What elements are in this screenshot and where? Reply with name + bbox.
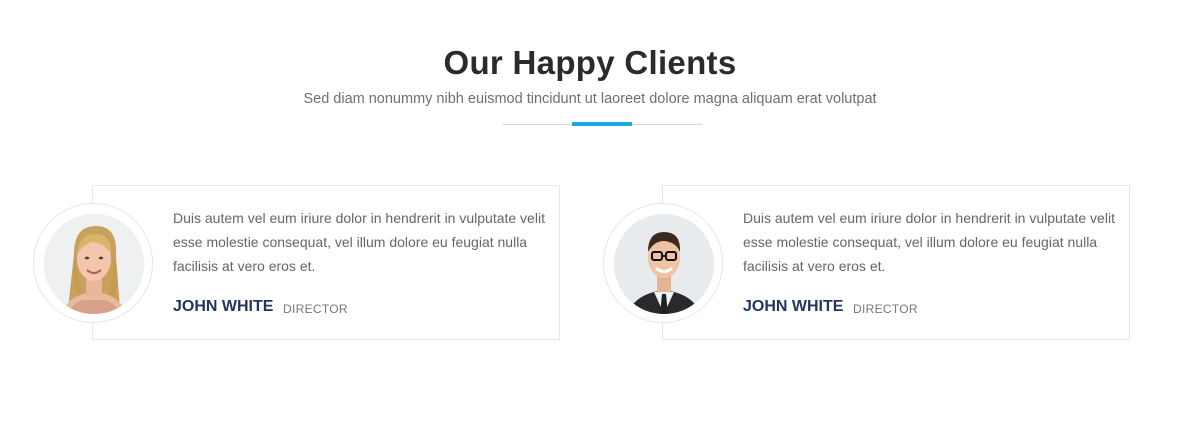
section-title: Our Happy Clients (443, 44, 737, 81)
testimonial-quote: Duis autem vel eum iriure dolor in hendr… (173, 210, 545, 274)
title-divider-accent (572, 122, 632, 126)
testimonial-card: Duis autem vel eum iriure dolor in hendr… (662, 185, 1130, 340)
avatar-frame (603, 203, 723, 323)
testimonial-author-role: DIRECTOR (853, 302, 918, 316)
testimonial-quote: Duis autem vel eum iriure dolor in hendr… (743, 210, 1115, 274)
woman-portrait-icon (44, 214, 144, 314)
testimonial-author-role: DIRECTOR (283, 302, 348, 316)
avatar-frame (33, 203, 153, 323)
testimonial-author-name: JOHN WHITE (743, 298, 844, 315)
testimonial-card: Duis autem vel eum iriure dolor in hendr… (92, 185, 560, 340)
section-subtitle: Sed diam nonummy nibh euismod tincidunt … (303, 91, 877, 107)
testimonial-author-name: JOHN WHITE (173, 298, 274, 315)
man-portrait-icon (614, 214, 714, 314)
